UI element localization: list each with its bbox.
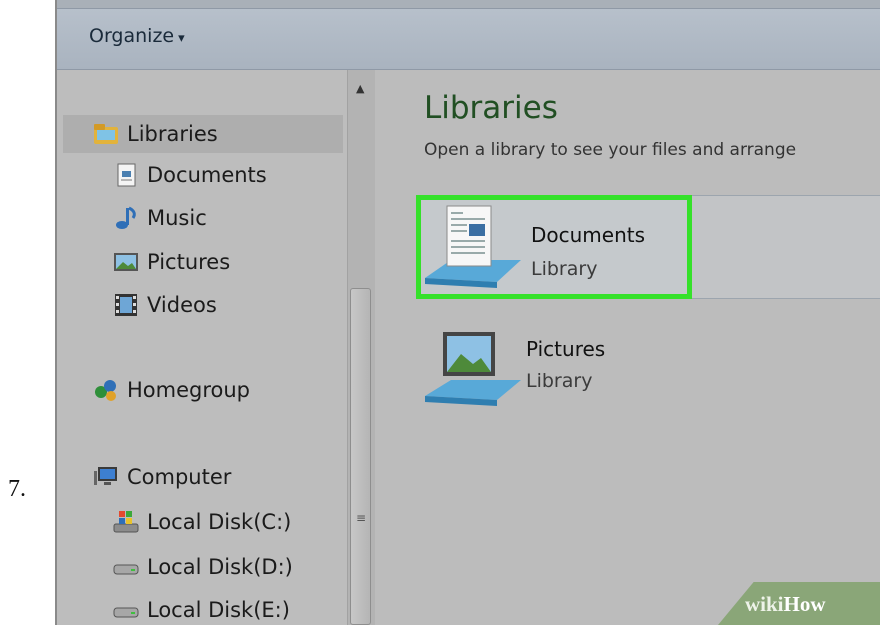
videos-icon	[113, 293, 139, 317]
computer-icon	[93, 465, 119, 489]
homegroup-icon	[93, 378, 119, 402]
library-name: Pictures	[526, 337, 606, 361]
grip-icon: ≡	[356, 511, 367, 525]
explorer-window: Organize ▾ Libraries Documents Music Pic…	[55, 0, 880, 625]
music-icon	[113, 206, 139, 230]
nav-item-label: Music	[147, 206, 207, 230]
scroll-thumb[interactable]: ≡	[350, 288, 371, 625]
page-title: Libraries	[424, 90, 558, 126]
library-name: Documents	[531, 223, 646, 247]
nav-item-libraries[interactable]: Libraries	[63, 115, 343, 153]
documents-library-icon	[421, 200, 526, 298]
watermark-part-wiki: wiki	[745, 592, 784, 616]
navigation-pane: Libraries Documents Music Pictures Video	[57, 70, 376, 625]
pictures-icon	[113, 250, 139, 274]
chevron-down-icon: ▾	[178, 31, 185, 46]
nav-item-label: Homegroup	[127, 378, 251, 402]
window-top-edge	[57, 0, 880, 8]
nav-item-label: Libraries	[127, 122, 218, 146]
library-pictures[interactable]: Pictures Library	[416, 324, 692, 428]
nav-item-documents[interactable]: Documents	[113, 163, 267, 187]
nav-item-label: Computer	[127, 465, 232, 489]
organize-label: Organize	[89, 25, 175, 47]
nav-item-homegroup[interactable]: Homegroup	[93, 378, 250, 402]
windows-drive-icon	[113, 510, 139, 534]
nav-item-label: Videos	[147, 293, 217, 317]
documents-icon	[113, 163, 139, 187]
nav-item-videos[interactable]: Videos	[113, 293, 217, 317]
drive-icon	[113, 555, 139, 579]
nav-item-label: Local Disk(C:)	[147, 510, 292, 534]
nav-item-local-disk-d[interactable]: Local Disk(D:)	[113, 555, 293, 579]
content-pane: Libraries Open a library to see your fil…	[375, 70, 880, 625]
organize-button[interactable]: Organize ▾	[89, 25, 185, 47]
library-type: Library	[526, 370, 593, 392]
library-type: Library	[531, 258, 598, 280]
nav-item-local-disk-e[interactable]: Local Disk(E:)	[113, 598, 290, 622]
nav-item-music[interactable]: Music	[113, 206, 207, 230]
library-documents[interactable]: Documents Library	[416, 195, 692, 299]
nav-item-label: Local Disk(D:)	[147, 555, 293, 579]
nav-item-label: Documents	[147, 163, 267, 187]
libraries-icon	[93, 122, 119, 146]
drive-icon	[113, 598, 139, 622]
scroll-up-arrow-icon[interactable]: ▲	[356, 82, 364, 95]
nav-item-computer[interactable]: Computer	[93, 465, 231, 489]
wikihow-watermark: wikiHow	[745, 592, 826, 617]
watermark-part-how: How	[783, 592, 826, 616]
nav-scrollbar[interactable]: ▲ ≡	[347, 70, 375, 625]
command-bar: Organize ▾	[57, 8, 880, 70]
page-subtitle: Open a library to see your files and arr…	[424, 140, 797, 160]
step-number: 7.	[8, 476, 26, 502]
selected-row-strip	[692, 195, 880, 299]
nav-item-pictures[interactable]: Pictures	[113, 250, 230, 274]
nav-item-label: Local Disk(E:)	[147, 598, 290, 622]
pictures-library-icon	[421, 324, 526, 422]
nav-item-label: Pictures	[147, 250, 231, 274]
nav-item-local-disk-c[interactable]: Local Disk(C:)	[113, 510, 291, 534]
